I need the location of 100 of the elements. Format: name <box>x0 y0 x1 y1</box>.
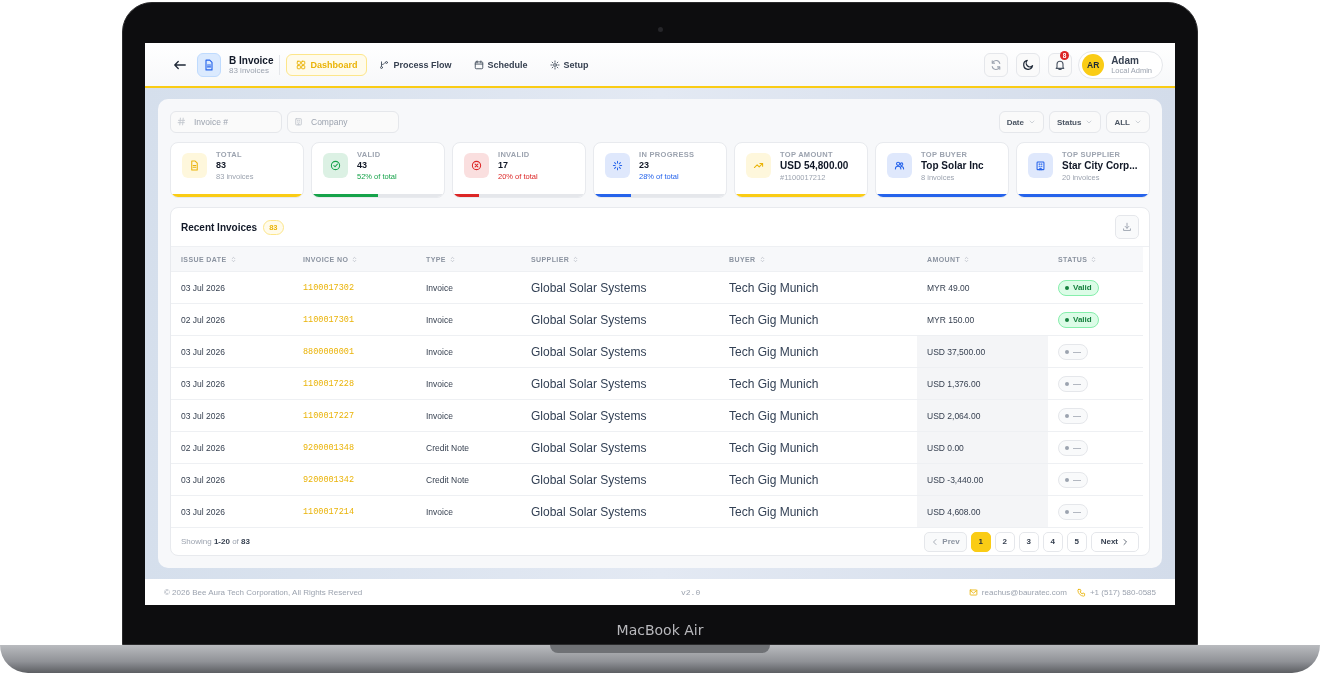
table-cell: Tech Gig Munich <box>719 304 917 336</box>
theme-toggle-button[interactable] <box>1016 52 1041 77</box>
stat-value: 83 <box>216 160 227 170</box>
sort-icon <box>229 255 237 263</box>
calendar-icon <box>473 59 484 70</box>
table-cell: Global Solar Systems <box>521 304 719 336</box>
status-badge: — <box>1058 471 1088 488</box>
table-cell: USD 1,376.00 <box>917 368 1048 400</box>
phone-text: +1 (517) 580-0585 <box>1089 587 1156 597</box>
phone-icon <box>1076 587 1086 597</box>
branch-icon <box>379 59 390 70</box>
table-cell: 03 Jul 2026 <box>171 400 293 432</box>
nav-tab[interactable]: Setup <box>539 53 599 76</box>
showing-text: Showing 1-20 of 83 <box>181 537 250 546</box>
invoice-link[interactable]: 1100017227 <box>293 400 416 432</box>
invoice-link[interactable]: 1100017214 <box>293 496 416 528</box>
version-text: v2.0 <box>681 587 701 597</box>
stat-value: 17 <box>498 160 509 170</box>
table-cell: 02 Jul 2026 <box>171 432 293 464</box>
refresh-icon <box>990 58 1003 71</box>
nav-tab[interactable]: Dashboard <box>286 53 368 76</box>
app-subtitle: 83 invoices <box>229 65 271 75</box>
table-cell: Invoice <box>416 304 521 336</box>
table-cell: Global Solar Systems <box>521 400 719 432</box>
mail-icon <box>968 587 978 597</box>
company-search-field[interactable]: Company <box>287 111 399 133</box>
table-cell: 03 Jul 2026 <box>171 368 293 400</box>
table-cell: 03 Jul 2026 <box>171 496 293 528</box>
table-cell: Global Solar Systems <box>521 368 719 400</box>
invoice-link[interactable]: 1100017228 <box>293 368 416 400</box>
table-cell: Credit Note <box>416 464 521 496</box>
email-link[interactable]: reachus@bauratec.com <box>981 587 1067 597</box>
sort-icon <box>572 255 580 263</box>
page-button[interactable]: 3 <box>1018 531 1039 552</box>
chevron-down-icon <box>1028 118 1036 126</box>
filter-dropdown[interactable]: ALL <box>1106 111 1150 133</box>
table-cell: MYR 49.00 <box>917 272 1048 304</box>
invoice-link[interactable]: 9200001342 <box>293 464 416 496</box>
table-cell: 02 Jul 2026 <box>171 304 293 336</box>
table-cell: Global Solar Systems <box>521 432 719 464</box>
hash-icon <box>177 117 186 126</box>
trend-up-icon <box>753 160 764 171</box>
table-cell: Invoice <box>416 368 521 400</box>
table-title: Recent Invoices <box>181 221 258 233</box>
invoice-link[interactable]: 1100017301 <box>293 304 416 336</box>
invoice-link[interactable]: 9200001348 <box>293 432 416 464</box>
grid-icon <box>296 59 307 70</box>
stat-value: Star City Corp... <box>1062 160 1138 171</box>
page-button[interactable]: 5 <box>1066 531 1087 552</box>
document-icon <box>203 58 215 71</box>
page-button[interactable]: 2 <box>994 531 1015 552</box>
avatar: AR <box>1082 53 1105 76</box>
invoice-search-field[interactable]: Invoice # <box>170 111 282 133</box>
status-badge: — <box>1058 375 1088 392</box>
settings-icon <box>549 59 560 70</box>
next-button[interactable]: Next <box>1090 531 1139 552</box>
table-cell: Global Solar Systems <box>521 336 719 368</box>
download-icon <box>1122 222 1132 232</box>
stat-value: 43 <box>357 160 368 170</box>
stat-value: USD 54,800.00 <box>780 160 849 171</box>
table-cell: Invoice <box>416 272 521 304</box>
table-cell: 03 Jul 2026 <box>171 464 293 496</box>
document-icon <box>189 160 200 171</box>
table-cell: USD 4,608.00 <box>917 496 1048 528</box>
camera-icon <box>657 27 663 32</box>
page-button[interactable]: 1 <box>970 531 991 552</box>
table-cell: USD 37,500.00 <box>917 336 1048 368</box>
sort-icon <box>448 255 456 263</box>
table-cell: Global Solar Systems <box>521 272 719 304</box>
filter-dropdown[interactable]: Status <box>1049 111 1102 133</box>
status-badge: Valid <box>1058 279 1099 296</box>
table-cell: USD 0.00 <box>917 432 1048 464</box>
status-badge: — <box>1058 407 1088 424</box>
chevron-down-icon <box>1085 118 1094 126</box>
copyright-text: © 2026 Bee Aura Tech Corporation, All Rights Reserved <box>164 587 363 597</box>
sort-icon <box>758 255 766 263</box>
table-cell: Invoice <box>416 400 521 432</box>
stat-value: 23 <box>639 160 650 170</box>
chevron-left-icon <box>931 537 940 546</box>
moon-icon <box>1021 58 1035 71</box>
table-cell: Invoice <box>416 336 521 368</box>
invoice-link[interactable]: 8800000001 <box>293 336 416 368</box>
page-button[interactable]: 4 <box>1042 531 1063 552</box>
sort-icon <box>351 255 359 263</box>
users-icon <box>894 160 905 171</box>
invoice-link[interactable]: 1100017302 <box>293 272 416 304</box>
building-icon <box>1035 160 1046 171</box>
table-cell: 03 Jul 2026 <box>171 336 293 368</box>
table-cell: Invoice <box>416 496 521 528</box>
building-icon <box>294 117 303 126</box>
sort-icon <box>963 255 971 263</box>
nav-tab[interactable]: Process Flow <box>369 53 462 76</box>
table-cell: Credit Note <box>416 432 521 464</box>
table-cell: USD -3,440.00 <box>917 464 1048 496</box>
bell-icon <box>1054 58 1067 71</box>
filter-dropdown[interactable]: Date <box>998 111 1044 133</box>
app-name: B Invoice <box>229 54 274 66</box>
table-cell: 03 Jul 2026 <box>171 272 293 304</box>
nav-tab[interactable]: Schedule <box>463 53 538 76</box>
spinner-icon <box>612 160 623 171</box>
